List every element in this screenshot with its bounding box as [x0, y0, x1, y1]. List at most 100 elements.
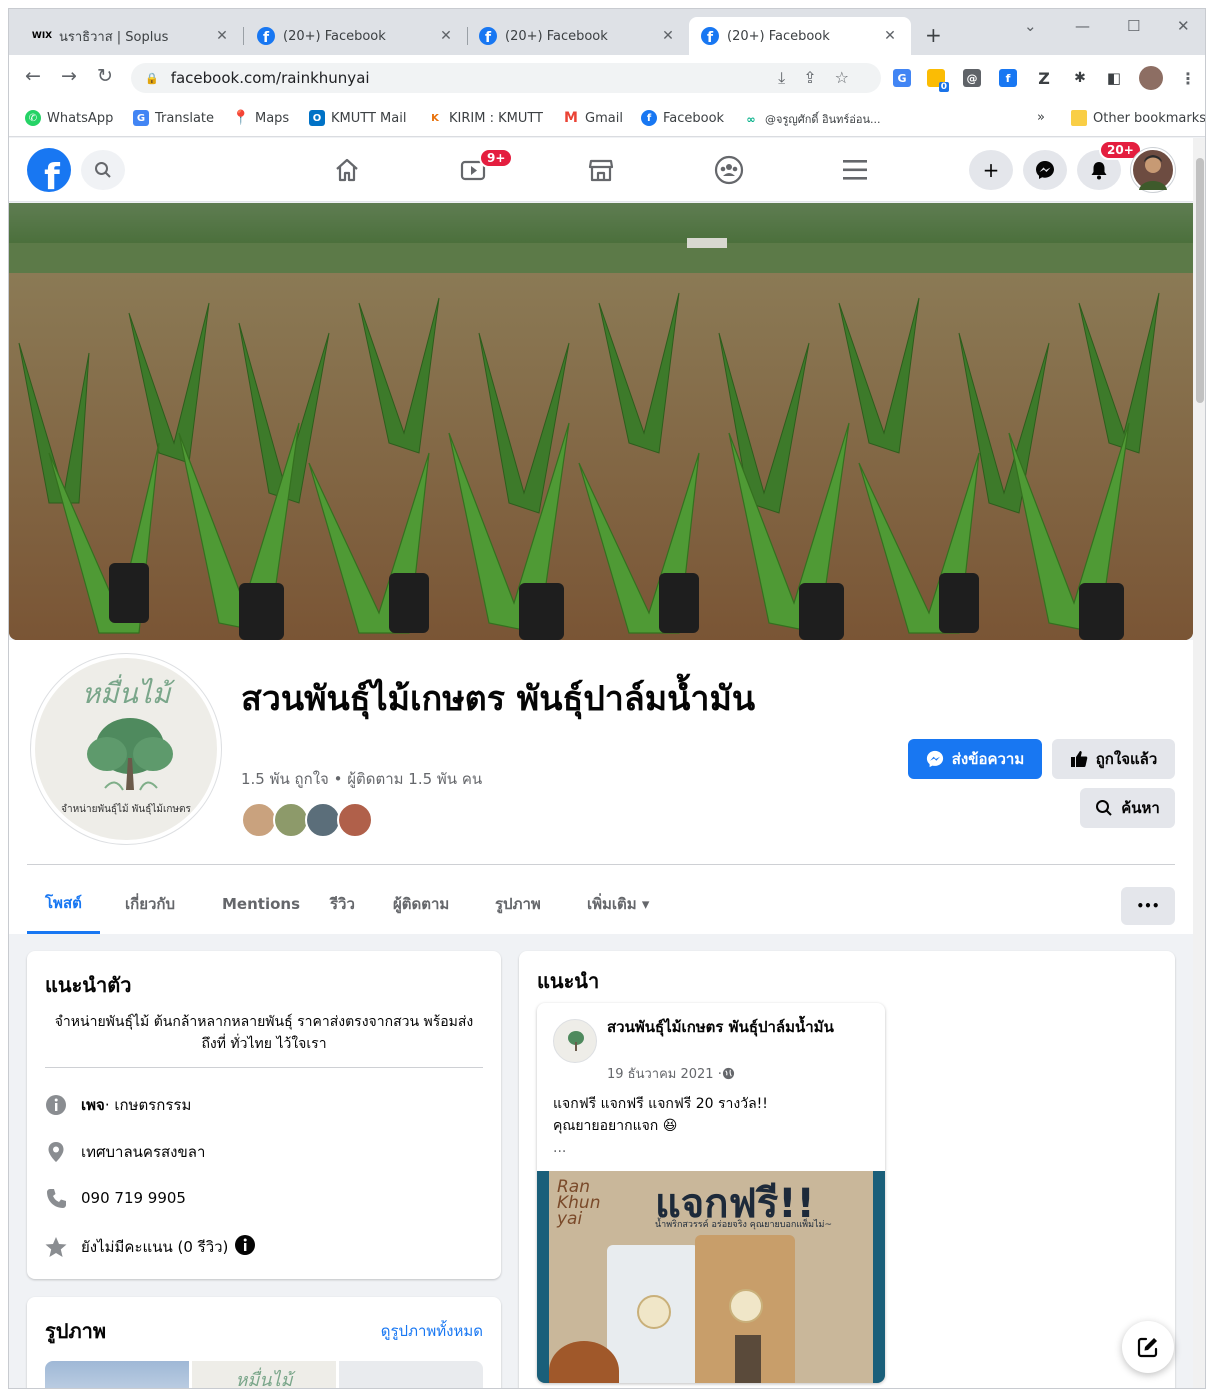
minimize-icon[interactable]: — — [1075, 17, 1090, 35]
rating-text: ยังไม่มีคะแนน (0 รีวิว) — [81, 1238, 229, 1256]
browser-window: WIX นราธิวาส | Soplus ✕ f (20+) Facebook… — [8, 8, 1206, 1389]
home-nav-icon[interactable] — [327, 154, 367, 186]
z-extension-icon[interactable]: Z — [1035, 69, 1053, 88]
at-sign-extension-icon[interactable]: @ — [963, 69, 981, 87]
menu-hamburger-icon[interactable] — [835, 154, 875, 186]
post-text-ellipsis: ... — [553, 1140, 567, 1156]
account-avatar[interactable] — [1131, 148, 1175, 192]
bookmark-tripadvisor[interactable]: ∞ @จรูญศักดิ์ อินทร์อ่อน... — [743, 110, 881, 128]
kebab-menu-icon[interactable]: ⋮ — [1179, 69, 1197, 88]
translate-extension-icon[interactable]: G — [893, 69, 911, 87]
overflow-label: » — [1037, 110, 1045, 125]
facebook-logo-icon[interactable]: f — [27, 148, 71, 192]
info-rating: ยังไม่มีคะแนน (0 รีวิว) — [45, 1234, 256, 1260]
back-icon[interactable]: ← — [25, 65, 41, 87]
side-panel-icon[interactable]: ◧ — [1105, 69, 1123, 87]
liked-button[interactable]: ถูกใจแล้ว — [1052, 739, 1175, 779]
location-text: เทศบาลนครสงขลา — [81, 1143, 206, 1161]
tab-label: Mentions — [222, 895, 301, 913]
compose-icon — [1137, 1337, 1158, 1358]
maximize-icon[interactable]: ☐ — [1127, 17, 1140, 35]
tab-search-chevron-icon[interactable]: ⌄ — [1024, 17, 1037, 35]
bookmark-kirim[interactable]: K KIRIM : KMUTT — [427, 110, 543, 126]
bookmark-gmail[interactable]: M Gmail — [563, 110, 623, 126]
watch-nav-icon[interactable]: 9+ — [453, 148, 514, 186]
bookmarks-overflow-button[interactable]: » — [1037, 110, 1045, 125]
tab-reviews[interactable]: รีวิว — [330, 874, 355, 934]
featured-post[interactable]: สวนพันธุ์ไม้เกษตร พันธุ์ปาล์มน้ำมัน 19 ธ… — [537, 1003, 885, 1383]
tab-more-dropdown[interactable]: เพิ่มเติม ▾ — [587, 874, 649, 934]
tab-label: เกี่ยวกับ — [125, 895, 176, 913]
bookmark-maps[interactable]: 📍 Maps — [232, 110, 289, 126]
page-scrollbar[interactable] — [1193, 138, 1205, 1388]
product-pouch-kraft — [695, 1235, 795, 1383]
see-all-photos-link[interactable]: ดูรูปภาพทั้งหมด — [381, 1319, 483, 1343]
bookmark-label: Other bookmarks — [1093, 110, 1206, 126]
scrollbar-thumb[interactable] — [1196, 158, 1204, 403]
tab-title: (20+) Facebook — [727, 28, 830, 44]
send-message-button[interactable]: ส่งข้อความ — [908, 739, 1042, 779]
extensions-puzzle-icon[interactable]: ✱ — [1071, 69, 1089, 87]
friend-avatar — [305, 802, 341, 838]
bookmark-translate[interactable]: G Translate — [133, 110, 214, 126]
bookmark-whatsapp[interactable]: ✆ WhatsApp — [25, 110, 113, 126]
photo-thumbnail[interactable] — [45, 1361, 189, 1388]
cover-photo[interactable] — [9, 203, 1193, 640]
info-phone[interactable]: 090 719 9905 — [45, 1187, 186, 1209]
tab-about[interactable]: เกี่ยวกับ — [125, 874, 175, 934]
new-tab-icon[interactable]: + — [925, 23, 942, 47]
facebook-extension-icon[interactable]: f — [999, 69, 1017, 87]
tab-followers[interactable]: ผู้ติดตาม — [393, 874, 449, 934]
marketplace-nav-icon[interactable] — [581, 154, 621, 186]
photo-thumbnail[interactable] — [339, 1361, 483, 1388]
facebook-icon: f — [701, 27, 719, 45]
browser-tab-1[interactable]: WIX นราธิวาส | Soplus ✕ — [21, 17, 243, 55]
star-icon — [45, 1236, 67, 1258]
browser-toolbar: ← → ↻ 🔒 facebook.com/rainkhunyai ⤓⇪☆ G 0… — [9, 55, 1205, 101]
post-date[interactable]: 19 ธันวาคม 2021 · — [607, 1063, 722, 1084]
create-plus-button[interactable]: + — [969, 150, 1013, 190]
messenger-icon — [926, 750, 943, 768]
post-author-avatar[interactable] — [553, 1019, 597, 1063]
address-bar[interactable]: 🔒 facebook.com/rainkhunyai ⤓⇪☆ — [131, 63, 881, 93]
close-tab-icon[interactable]: ✕ — [881, 28, 899, 44]
bell-icon — [1091, 162, 1107, 180]
close-tab-icon[interactable]: ✕ — [437, 28, 455, 44]
facebook-search-button[interactable] — [81, 150, 125, 190]
profile-avatar-icon[interactable] — [1139, 66, 1163, 90]
forward-icon[interactable]: → — [61, 65, 77, 87]
page-profile-picture[interactable]: หมื่นไม้ จำหน่ายพันธุ์ไม้ พันธุ์ไม้เกษตร — [31, 654, 221, 844]
reload-icon[interactable]: ↻ — [97, 65, 113, 87]
tab-posts[interactable]: โพสต์ — [27, 874, 100, 934]
page-search-button[interactable]: ค้นหา — [1080, 788, 1175, 828]
close-tab-icon[interactable]: ✕ — [213, 28, 231, 44]
new-message-button[interactable] — [1122, 1321, 1174, 1373]
page-header: หมื่นไม้ จำหน่ายพันธุ์ไม้ พันธุ์ไม้เกษตร… — [9, 640, 1193, 934]
rating-info-icon[interactable] — [234, 1234, 256, 1260]
info-location[interactable]: เทศบาลนครสงขลา — [45, 1140, 205, 1164]
facebook-icon: f — [479, 27, 497, 45]
post-text-line: คุณยายอยากแจก 😆 — [553, 1118, 678, 1134]
page-stats[interactable]: 1.5 พัน ถูกใจ • ผู้ติดตาม 1.5 พัน คน — [241, 767, 482, 791]
browser-tab-2[interactable]: f (20+) Facebook ✕ — [245, 17, 467, 55]
messenger-button[interactable] — [1023, 150, 1067, 190]
tab-photos[interactable]: รูปภาพ — [495, 874, 541, 934]
photo-thumbnail[interactable]: หมื่นไม้ — [192, 1361, 336, 1388]
extension-badge-icon[interactable]: 0 — [927, 69, 949, 92]
post-author-name[interactable]: สวนพันธุ์ไม้เกษตร พันธุ์ปาล์มน้ำมัน — [607, 1017, 847, 1038]
groups-nav-icon[interactable] — [709, 154, 749, 186]
notifications-button[interactable]: 20+ — [1077, 140, 1142, 190]
liked-label: ถูกใจแล้ว — [1095, 750, 1158, 768]
close-window-icon[interactable]: ✕ — [1177, 17, 1190, 35]
bookmark-kmutt-mail[interactable]: O KMUTT Mail — [309, 110, 406, 126]
bookmark-facebook[interactable]: f Facebook — [641, 110, 724, 126]
post-image[interactable]: Ran Khun yai แจกฟรี!! น้ำพริกสวรรค์ อร่อ… — [537, 1171, 885, 1383]
omnibox-action-icons[interactable]: ⤓⇪☆ — [778, 68, 867, 88]
browser-tab-4-active[interactable]: f (20+) Facebook ✕ — [689, 17, 911, 55]
other-bookmarks-folder[interactable]: Other bookmarks — [1071, 110, 1206, 126]
facebook-icon: f — [257, 27, 275, 45]
close-tab-icon[interactable]: ✕ — [659, 28, 677, 44]
browser-tab-3[interactable]: f (20+) Facebook ✕ — [467, 17, 689, 55]
more-options-button[interactable]: ••• — [1121, 887, 1175, 925]
tab-mentions[interactable]: Mentions — [222, 874, 300, 934]
